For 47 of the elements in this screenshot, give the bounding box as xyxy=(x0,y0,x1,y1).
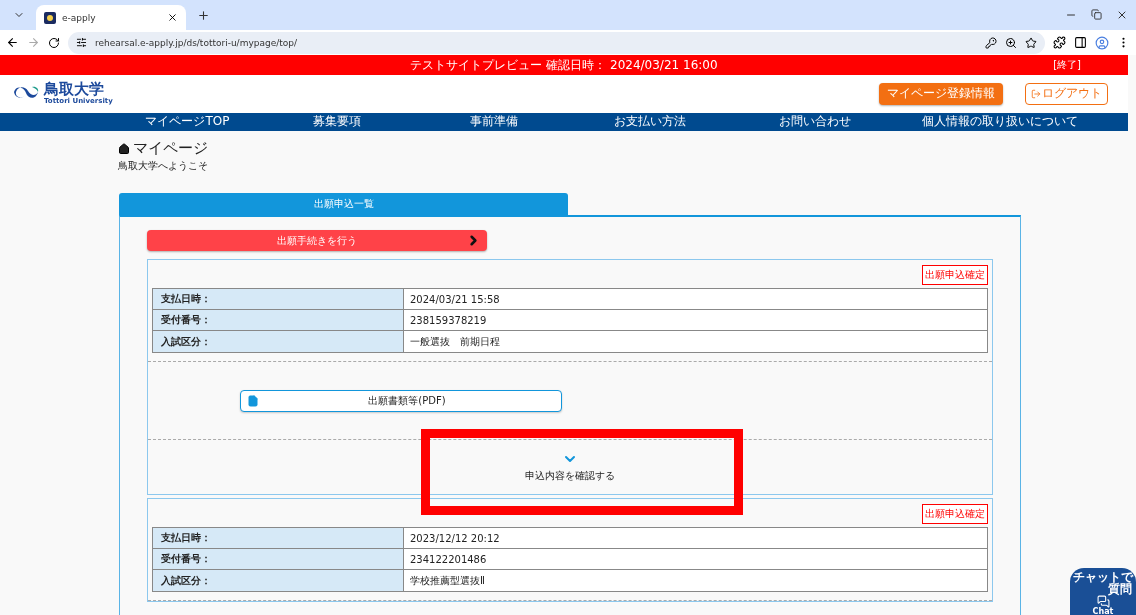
document-icon xyxy=(247,394,259,407)
table-cell: 2023/12/12 20:12 xyxy=(404,528,987,549)
nav-link[interactable]: 事前準備 xyxy=(418,113,570,131)
table-cell: 学校推薦型選抜Ⅱ xyxy=(404,570,987,591)
key-icon[interactable] xyxy=(985,36,997,49)
table-cell: 2024/03/21 15:58 xyxy=(404,289,987,310)
table-cell: 入試区分： xyxy=(153,570,404,591)
table-cell: 238159378219 xyxy=(404,310,987,331)
site-favicon-icon xyxy=(44,11,56,24)
side-panel-icon[interactable] xyxy=(1074,36,1087,50)
end-link[interactable]: [終了] xyxy=(1053,58,1081,73)
nav-link[interactable]: お問い合わせ xyxy=(730,113,900,131)
restore-icon[interactable] xyxy=(1091,9,1102,21)
nav-link[interactable]: 個人情報の取り扱いについて xyxy=(900,113,1100,131)
welcome-text: 鳥取大学へようこそ xyxy=(118,159,209,173)
browser-tab[interactable]: e-apply xyxy=(36,5,186,31)
table-cell: 一般選抜 前期日程 xyxy=(404,331,987,352)
table-cell: 入試区分： xyxy=(153,331,404,352)
page-title: マイページ xyxy=(133,139,208,158)
table-cell: 受付番号： xyxy=(153,549,404,570)
table-cell: 受付番号： xyxy=(153,310,404,331)
preview-text: テストサイトプレビュー 確認日時： 2024/03/21 16:00 xyxy=(410,56,718,74)
reload-icon[interactable] xyxy=(48,36,60,49)
chat-bubbles-icon xyxy=(1096,595,1110,608)
documents-pdf-button[interactable]: 出願書類等(PDF) xyxy=(240,389,562,412)
bookmark-star-icon[interactable] xyxy=(1025,36,1037,49)
home-icon xyxy=(118,142,130,155)
nav-link[interactable]: マイページTOP xyxy=(120,113,255,131)
profile-icon[interactable] xyxy=(1095,35,1109,50)
logo-name: 鳥取大学 xyxy=(44,82,104,98)
logout-icon xyxy=(1031,88,1041,99)
new-tab-icon[interactable] xyxy=(196,8,210,22)
nav-link[interactable]: 募集要項 xyxy=(255,113,418,131)
site-settings-icon[interactable] xyxy=(76,37,87,49)
nav-link[interactable]: お支払い方法 xyxy=(570,113,730,131)
zoom-icon[interactable] xyxy=(1005,36,1017,49)
chat-widget[interactable]: チャットで 質問 Chat xyxy=(1070,568,1136,615)
details-toggle[interactable]: 申込内容を確認する xyxy=(519,450,621,484)
table-cell: 支払日時： xyxy=(153,289,404,310)
back-icon[interactable] xyxy=(6,36,19,50)
close-icon[interactable] xyxy=(167,12,178,24)
table-cell: 234122201486 xyxy=(404,549,987,570)
address-bar[interactable]: rehearsal.e-apply.jp/ds/tottori-u/mypage/top/ xyxy=(68,31,1045,54)
status-label: 出願申込確定 xyxy=(922,265,988,285)
status-label: 出願申込確定 xyxy=(922,504,988,524)
table-cell: 支払日時： xyxy=(153,528,404,549)
extensions-icon[interactable] xyxy=(1053,36,1066,50)
